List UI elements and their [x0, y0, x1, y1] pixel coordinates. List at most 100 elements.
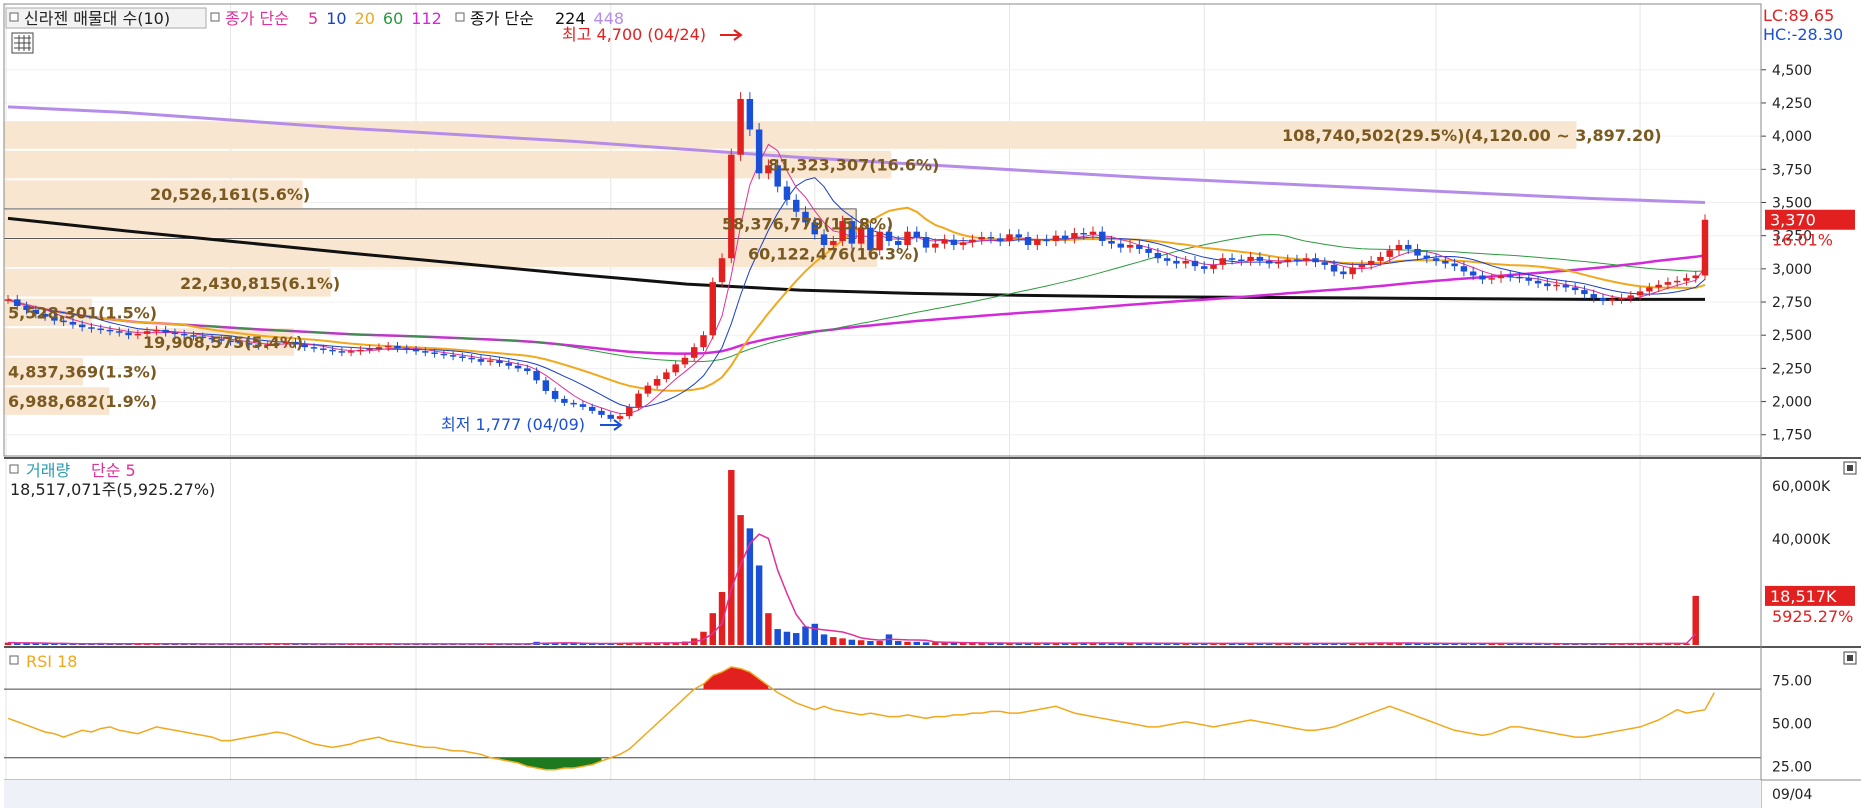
stock-chart: 4,5004,2504,0003,7503,5003,2503,0002,750…: [0, 0, 1861, 808]
lc-readout: LC:89.65: [1763, 6, 1834, 25]
candle-body: [1692, 275, 1699, 279]
candle-body: [1497, 275, 1505, 279]
volume-bar: [839, 638, 846, 645]
candle-body: [616, 416, 624, 419]
candle-body: [718, 258, 726, 283]
candle-body: [125, 332, 132, 336]
candle-body: [561, 398, 568, 403]
candle-body: [1701, 219, 1709, 276]
candle-body: [1479, 275, 1486, 280]
candle-body: [1247, 256, 1254, 261]
candle-body: [78, 324, 86, 328]
price-tick-label: 2,750: [1772, 295, 1812, 311]
candle-body: [153, 329, 160, 332]
candle-body: [1136, 244, 1143, 249]
candle-body: [1108, 240, 1115, 244]
candle-body: [663, 372, 670, 380]
volume-bar: [709, 613, 716, 645]
chart-background: [0, 0, 1861, 808]
candle-body: [913, 231, 921, 237]
candle-body: [626, 406, 633, 417]
candle-body: [1061, 235, 1069, 239]
candle-body: [1154, 252, 1162, 259]
last-volume-label: 18,517K: [1770, 587, 1837, 606]
candle-body: [1015, 234, 1023, 237]
volume-profile-label: 60,122,476(16.3%): [748, 244, 919, 263]
candle-body: [1469, 271, 1477, 276]
volume-bar: [755, 565, 763, 645]
candle-body: [1210, 264, 1217, 269]
legend-ma2-period: 448: [594, 9, 625, 28]
candle-body: [486, 360, 494, 362]
candle-body: [932, 243, 939, 248]
candle-body: [524, 368, 531, 372]
candle-body: [1117, 243, 1125, 248]
candle-body: [449, 355, 457, 357]
candle-body: [320, 348, 327, 350]
candle-body: [690, 347, 698, 358]
candle-body: [477, 359, 485, 362]
volume-profile-label: 20,526,161(5.6%): [150, 185, 310, 204]
volume-bar: [737, 515, 744, 645]
candle-body: [329, 349, 336, 352]
candle-body: [1284, 259, 1291, 263]
candle-body: [366, 348, 373, 350]
candle-body: [1562, 284, 1570, 288]
candle-body: [709, 282, 716, 336]
legend-square-icon: [9, 655, 19, 665]
candle-body: [1683, 278, 1690, 281]
candle-body: [1340, 271, 1347, 275]
candle-body: [1507, 275, 1514, 277]
candle-body: [1006, 234, 1013, 241]
candle-body: [1034, 239, 1041, 245]
candle-body: [422, 351, 429, 353]
candle-body: [1145, 248, 1152, 253]
candle-body: [116, 331, 123, 333]
candle-body: [88, 327, 95, 329]
candle-body: [1126, 244, 1134, 248]
legend-ma2-period: 224: [555, 9, 586, 28]
price-tick-label: 4,250: [1772, 96, 1812, 112]
candle-body: [1024, 237, 1032, 245]
candle-body: [1525, 278, 1533, 281]
candle-body: [97, 328, 104, 331]
legend-ma-period: 112: [411, 9, 442, 28]
candle-body: [755, 129, 763, 174]
candle-body: [588, 406, 596, 411]
candle-body: [1275, 262, 1282, 264]
legend-square-icon: [9, 12, 19, 22]
candle-body: [1618, 298, 1625, 300]
candle-body: [1627, 295, 1635, 299]
price-tick-label: 3,000: [1772, 262, 1812, 278]
candle-body: [1516, 276, 1523, 279]
candle-body: [1071, 233, 1078, 239]
volume-bar: [857, 640, 865, 645]
candle-body: [1265, 260, 1273, 264]
last-volume-pct-label: 5925.27%: [1772, 607, 1853, 626]
hc-readout: HC:-28.30: [1763, 25, 1843, 44]
price-tick-label: 2,500: [1772, 328, 1812, 344]
candle-body: [1460, 266, 1468, 272]
candle-body: [653, 379, 661, 386]
candle-body: [941, 239, 948, 244]
candle-body: [1256, 256, 1264, 261]
candle-body: [431, 352, 438, 354]
last-change-label: 16.01%: [1772, 231, 1833, 250]
volume-profile-label: 4,837,369(1.3%): [8, 363, 157, 382]
candle-body: [1451, 263, 1458, 267]
candle-body: [728, 154, 735, 259]
candle-body: [792, 199, 800, 212]
candle-body: [459, 356, 466, 358]
candle-body: [783, 186, 791, 200]
candle-body: [4, 299, 12, 301]
candle-body: [997, 238, 1004, 241]
candle-body: [1673, 280, 1681, 283]
candle-body: [440, 353, 448, 356]
legend-ma-period: 5: [308, 9, 318, 28]
candle-body: [384, 345, 392, 348]
volume-bar: [820, 634, 828, 645]
candle-body: [403, 348, 410, 350]
candle-body: [746, 98, 754, 130]
candle-body: [1367, 260, 1375, 265]
candle-body: [412, 349, 420, 352]
